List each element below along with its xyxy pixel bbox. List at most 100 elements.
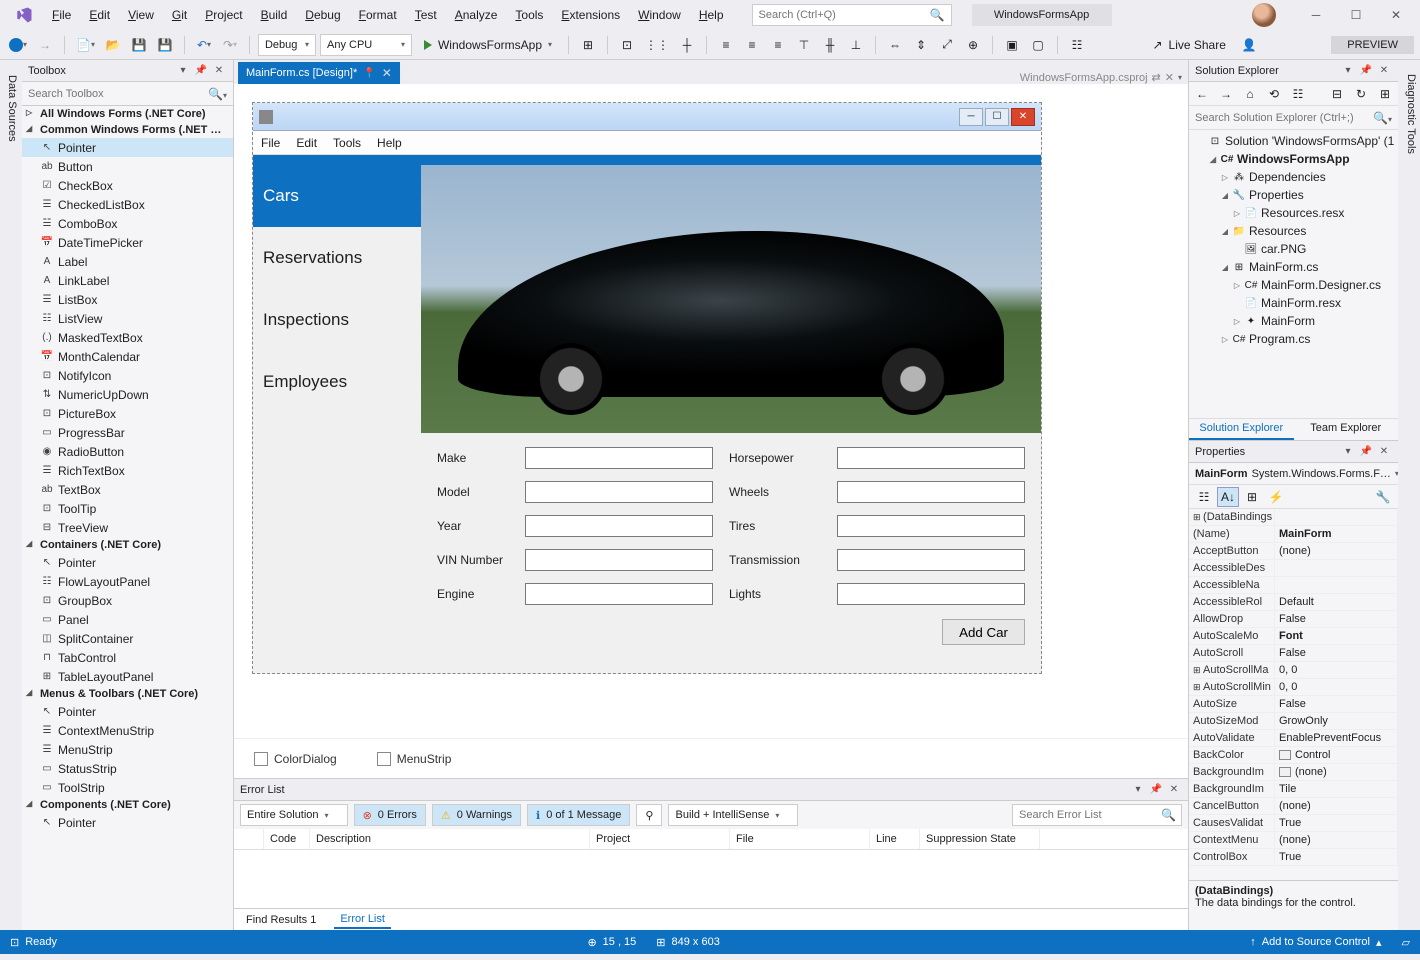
toolbox-item-pointer[interactable]: ↖Pointer (22, 813, 233, 832)
property-grid[interactable]: (DataBindings(Name)MainFormAcceptButton(… (1189, 509, 1398, 880)
save-all-button[interactable]: 💾 (154, 34, 176, 56)
form-window[interactable]: ─ ☐ ✕ FileEditToolsHelp CarsReservations… (252, 102, 1042, 674)
el-col-header[interactable]: Description (310, 829, 590, 849)
el-col-header[interactable]: Suppression State (920, 829, 1040, 849)
el-col-header[interactable]: File (730, 829, 870, 849)
prop-events-icon[interactable]: ⊞ (1241, 487, 1263, 507)
doc-dropdown-icon[interactable]: ▾ (1178, 73, 1182, 82)
nav-inspections[interactable]: Inspections (253, 289, 421, 351)
global-search-input[interactable] (759, 9, 930, 21)
se-search-input[interactable] (1195, 112, 1373, 124)
tab-order-icon[interactable]: ☷ (1066, 34, 1088, 56)
solution-node[interactable]: 📄MainForm.resx (1189, 294, 1398, 312)
toolbox-group[interactable]: Containers (.NET Core) (22, 537, 233, 553)
se-search[interactable]: 🔍▾ (1189, 106, 1398, 130)
nav-reservations[interactable]: Reservations (253, 227, 421, 289)
toolbox-search-input[interactable] (28, 88, 208, 100)
toolbox-close-icon[interactable]: ✕ (211, 63, 227, 79)
center-icon[interactable]: ⊕ (962, 34, 984, 56)
solution-node[interactable]: ◢🔧Properties (1189, 186, 1398, 204)
prop-row[interactable]: AutoScaleMoFont (1189, 628, 1398, 645)
toolbox-item-maskedtextbox[interactable]: (.)MaskedTextBox (22, 328, 233, 347)
toolbox-item-tablelayoutpanel[interactable]: ⊞TableLayoutPanel (22, 667, 233, 686)
el-search[interactable]: 🔍 (1012, 804, 1182, 826)
el-dropdown-icon[interactable]: ▾ (1130, 782, 1146, 798)
toolbox-item-panel[interactable]: ▭Panel (22, 610, 233, 629)
toolbox-item-checkbox[interactable]: ☑CheckBox (22, 176, 233, 195)
toolbox-item-radiobutton[interactable]: ◉RadioButton (22, 442, 233, 461)
menu-git[interactable]: Git (164, 4, 195, 26)
prop-row[interactable]: BackgroundImTile (1189, 781, 1398, 798)
menu-edit[interactable]: Edit (81, 4, 118, 26)
prop-az-icon[interactable]: A↓ (1217, 487, 1239, 507)
prop-row[interactable]: AccessibleDes (1189, 560, 1398, 577)
toolbox-item-monthcalendar[interactable]: 📅MonthCalendar (22, 347, 233, 366)
diagnostic-tools-tab[interactable]: Diagnostic Tools (1398, 66, 1420, 162)
tb-icon-1[interactable]: ⊞ (577, 34, 599, 56)
prop-row[interactable]: AutoValidateEnablePreventFocus (1189, 730, 1398, 747)
component-tray[interactable]: ColorDialogMenuStrip (234, 738, 1188, 778)
toolbox-search[interactable]: 🔍▾ (22, 82, 233, 106)
solution-node[interactable]: ▷📄Resources.resx (1189, 204, 1398, 222)
toolbox-item-pointer[interactable]: ↖Pointer (22, 702, 233, 721)
el-col-header[interactable]: Line (870, 829, 920, 849)
solution-node[interactable]: ⊡Solution 'WindowsFormsApp' (1 (1189, 132, 1398, 150)
maximize-button[interactable]: ☐ (1336, 1, 1376, 29)
bring-front-icon[interactable]: ▣ (1001, 34, 1023, 56)
se-back-icon[interactable]: ← (1193, 85, 1211, 103)
prop-dropdown-icon[interactable]: ▾ (1340, 444, 1356, 460)
el-filter-button[interactable]: ⚲ (636, 804, 662, 826)
toolbox-group[interactable]: Components (.NET Core) (22, 797, 233, 813)
solution-node[interactable]: ▷C#MainForm.Designer.cs (1189, 276, 1398, 294)
prop-row[interactable]: AllowDropFalse (1189, 611, 1398, 628)
field-input-engine[interactable] (525, 583, 713, 605)
vspace-icon[interactable]: ⇕ (910, 34, 932, 56)
toolbox-item-tooltip[interactable]: ⊡ToolTip (22, 499, 233, 518)
toolbox-group[interactable]: Common Windows Forms (.NET … (22, 122, 233, 138)
toolbox-item-notifyicon[interactable]: ⊡NotifyIcon (22, 366, 233, 385)
new-project-button[interactable]: 📄▾ (73, 34, 98, 56)
prop-row[interactable]: AutoSizeModGrowOnly (1189, 713, 1398, 730)
context-link-icon[interactable]: ⇄ (1152, 71, 1161, 84)
solution-node[interactable]: 🖼car.PNG (1189, 240, 1398, 258)
form-menu-tools[interactable]: Tools (333, 136, 361, 150)
align-center-icon[interactable]: ≡ (741, 34, 763, 56)
toolbox-item-progressbar[interactable]: ▭ProgressBar (22, 423, 233, 442)
prop-row[interactable]: BackgroundIm(none) (1189, 764, 1398, 781)
toolbox-item-textbox[interactable]: abTextBox (22, 480, 233, 499)
se-fwd-icon[interactable]: → (1217, 85, 1235, 103)
close-button[interactable]: ✕ (1376, 1, 1416, 29)
se-refresh-icon[interactable]: ↻ (1352, 85, 1370, 103)
prop-cat-icon[interactable]: ☷ (1193, 487, 1215, 507)
prop-row[interactable]: (DataBindings (1189, 509, 1398, 526)
el-close-icon[interactable]: ✕ (1166, 782, 1182, 798)
car-picture-box[interactable] (421, 165, 1041, 433)
size-icon[interactable]: ⤢ (936, 34, 958, 56)
error-list-table[interactable]: CodeDescriptionProjectFileLineSuppressio… (234, 829, 1188, 908)
minimize-button[interactable]: ─ (1296, 1, 1336, 29)
close-tab-icon[interactable]: ✕ (382, 66, 392, 80)
prop-row[interactable]: CausesValidatTrue (1189, 815, 1398, 832)
se-home-icon[interactable]: ⌂ (1241, 85, 1259, 103)
el-col-header[interactable] (234, 829, 264, 849)
field-input-make[interactable] (525, 447, 713, 469)
toolbox-item-menustrip[interactable]: ☰MenuStrip (22, 740, 233, 759)
form-side-nav[interactable]: CarsReservationsInspectionsEmployees (253, 165, 421, 673)
toolbox-item-datetimepicker[interactable]: 📅DateTimePicker (22, 233, 233, 252)
solution-node[interactable]: ◢⊞MainForm.cs (1189, 258, 1398, 276)
prop-object-selector[interactable]: MainForm System.Windows.Forms.F… ▾ (1189, 463, 1398, 485)
el-warnings-chip[interactable]: ⚠0 Warnings (432, 804, 521, 826)
config-dropdown[interactable]: Debug▾ (258, 34, 316, 56)
solution-node[interactable]: ▷⁂Dependencies (1189, 168, 1398, 186)
menu-help[interactable]: Help (691, 4, 732, 26)
menu-test[interactable]: Test (407, 4, 445, 26)
context-close-icon[interactable]: ✕ (1165, 71, 1174, 84)
toolbox-list[interactable]: All Windows Forms (.NET Core)Common Wind… (22, 106, 233, 930)
start-debug-button[interactable]: WindowsFormsApp▾ (416, 34, 560, 56)
field-input-transmission[interactable] (837, 549, 1025, 571)
prop-lightning-icon[interactable]: ⚡ (1265, 487, 1287, 507)
nav-back-button[interactable]: ▾ (6, 34, 30, 56)
nav-fwd-button[interactable]: → (34, 34, 56, 56)
prop-row[interactable]: AcceptButton(none) (1189, 543, 1398, 560)
toolbox-item-numericupdown[interactable]: ⇅NumericUpDown (22, 385, 233, 404)
